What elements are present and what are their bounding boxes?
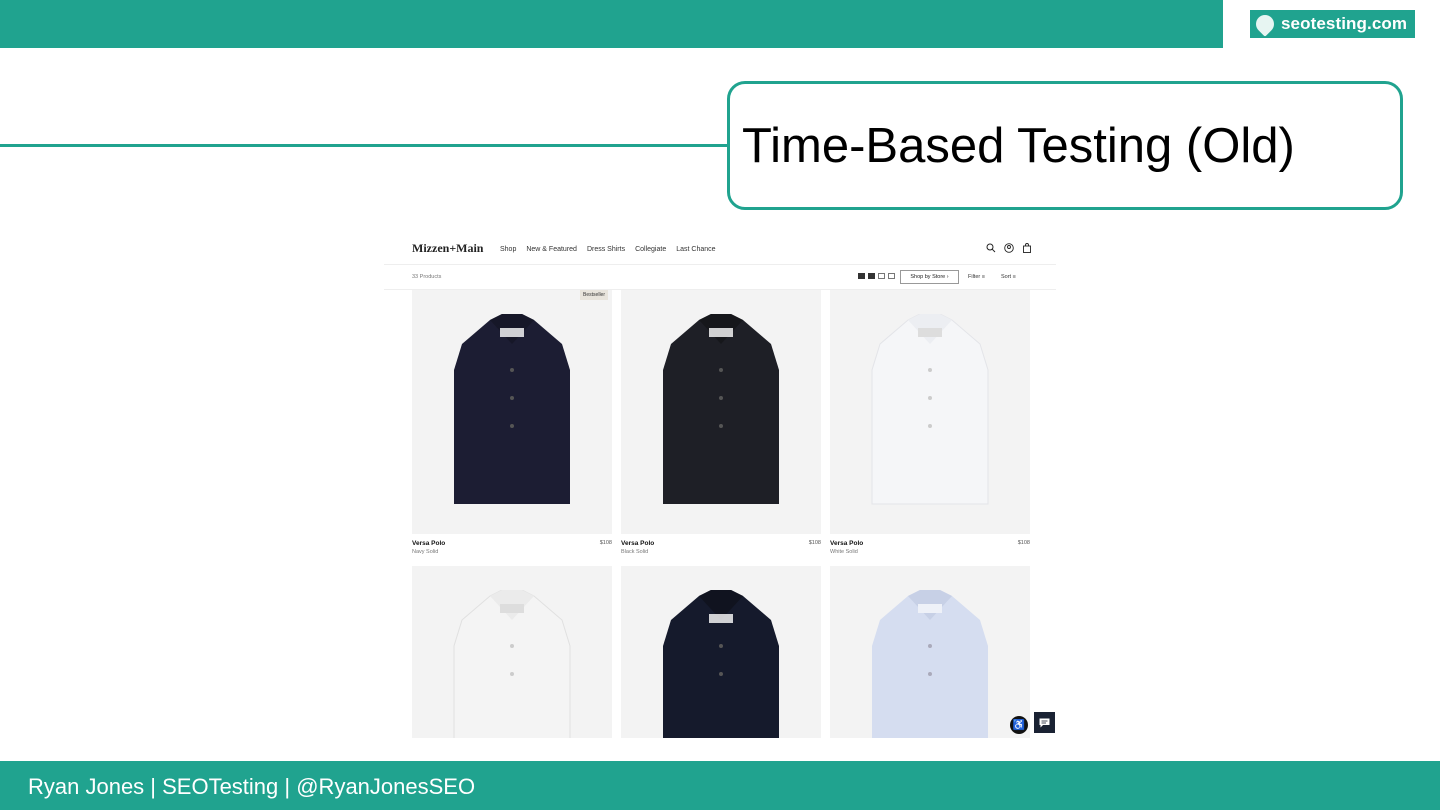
product-image[interactable] bbox=[621, 290, 821, 534]
filter-button[interactable]: Filter ≡ bbox=[968, 274, 985, 280]
grid-view-toggle[interactable] bbox=[858, 273, 895, 279]
product-card[interactable]: Versa Polo Black Solid $108 bbox=[621, 290, 821, 555]
product-variant: White Solid bbox=[830, 549, 858, 555]
product-image[interactable] bbox=[412, 566, 612, 738]
slide-title: Time-Based Testing (Old) bbox=[742, 118, 1295, 173]
brand-label: seotesting.com bbox=[1281, 14, 1408, 33]
product-count: 33 Products bbox=[412, 274, 442, 280]
grid-2-icon[interactable] bbox=[858, 273, 865, 279]
grid-4-icon[interactable] bbox=[888, 273, 895, 279]
polo-shirt-icon bbox=[871, 314, 989, 505]
shop-by-store-button[interactable]: Shop by Store › bbox=[900, 270, 959, 284]
accessibility-icon: ♿ bbox=[1012, 719, 1026, 731]
product-image[interactable] bbox=[621, 566, 821, 738]
nav-collegiate[interactable]: Collegiate bbox=[635, 246, 666, 253]
product-card[interactable] bbox=[830, 566, 1030, 738]
bag-icon[interactable] bbox=[1022, 243, 1032, 253]
sort-button[interactable]: Sort ≡ bbox=[1001, 274, 1016, 280]
search-icon[interactable] bbox=[986, 243, 996, 253]
polo-shirt-icon bbox=[663, 590, 779, 738]
product-image[interactable]: Bestseller bbox=[412, 290, 612, 534]
title-box: Time-Based Testing (Old) bbox=[727, 81, 1403, 210]
polo-shirt-icon bbox=[453, 590, 571, 738]
product-price: $108 bbox=[1017, 540, 1030, 546]
accessibility-button[interactable]: ♿ bbox=[1010, 716, 1028, 734]
nav-shop[interactable]: Shop bbox=[500, 246, 516, 253]
product-name[interactable]: Versa Polo bbox=[621, 540, 821, 547]
embedded-website-screenshot: Mizzen+Main Shop New & Featured Dress Sh… bbox=[384, 235, 1056, 738]
polo-shirt-icon bbox=[454, 314, 570, 504]
product-variant: Black Solid bbox=[621, 549, 649, 555]
product-card[interactable] bbox=[621, 566, 821, 738]
product-card[interactable]: Bestseller Versa Polo Navy Solid $108 bbox=[412, 290, 612, 555]
bestseller-badge: Bestseller bbox=[580, 290, 608, 300]
site-logo[interactable]: Mizzen+Main bbox=[412, 241, 483, 256]
nav-last-chance[interactable]: Last Chance bbox=[676, 246, 715, 253]
product-name[interactable]: Versa Polo bbox=[830, 540, 1030, 547]
product-price: $108 bbox=[599, 540, 612, 546]
polo-shirt-icon bbox=[872, 590, 988, 738]
site-navigation: Mizzen+Main Shop New & Featured Dress Sh… bbox=[384, 235, 1056, 265]
polo-shirt-icon bbox=[663, 314, 779, 504]
product-image[interactable] bbox=[830, 566, 1030, 738]
product-name[interactable]: Versa Polo bbox=[412, 540, 612, 547]
seotesting-logo: seotesting.com bbox=[1250, 10, 1415, 38]
account-icon[interactable] bbox=[1004, 243, 1014, 253]
nav-icons bbox=[986, 243, 1032, 253]
product-toolbar: 33 Products Shop by Store › Filter ≡ Sor… bbox=[384, 266, 1056, 290]
footer-bar: Ryan Jones | SEOTesting | @RyanJonesSEO bbox=[0, 761, 1440, 810]
chat-icon bbox=[1039, 718, 1050, 727]
product-card[interactable]: Versa Polo White Solid $108 bbox=[830, 290, 1030, 555]
leaf-icon bbox=[1252, 11, 1278, 37]
title-divider-line bbox=[0, 144, 730, 147]
nav-dress-shirts[interactable]: Dress Shirts bbox=[587, 246, 625, 253]
header-bar bbox=[0, 0, 1223, 48]
grid-2-icon[interactable] bbox=[868, 273, 875, 279]
product-image[interactable] bbox=[830, 290, 1030, 534]
nav-new-featured[interactable]: New & Featured bbox=[526, 246, 577, 253]
product-price: $108 bbox=[808, 540, 821, 546]
nav-links: Shop New & Featured Dress Shirts Collegi… bbox=[500, 246, 716, 253]
product-variant: Navy Solid bbox=[412, 549, 439, 555]
footer-credit: Ryan Jones | SEOTesting | @RyanJonesSEO bbox=[28, 774, 476, 799]
chat-button[interactable] bbox=[1034, 712, 1055, 733]
grid-4-icon[interactable] bbox=[878, 273, 885, 279]
product-card[interactable] bbox=[412, 566, 612, 738]
shop-by-store-label: Shop by Store bbox=[910, 274, 946, 280]
